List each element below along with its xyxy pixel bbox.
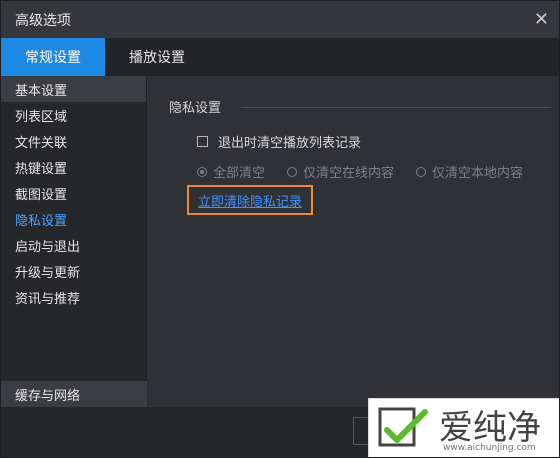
radio-clear-local[interactable]: 仅清空本地内容 — [416, 162, 523, 181]
sidebar-item-screenshot[interactable]: 截图设置 — [1, 180, 146, 206]
watermark-icon — [377, 406, 433, 450]
sidebar: 基本设置 列表区域 文件关联 热键设置 截图设置 隐私设置 启动与退出 升级与更… — [1, 76, 147, 407]
clear-scope-radios: 全部清空 仅清空在线内容 仅清空本地内容 — [197, 162, 523, 181]
sidebar-item-news[interactable]: 资讯与推荐 — [1, 284, 146, 310]
clear-on-exit-label: 退出时清空播放列表记录 — [218, 136, 362, 151]
clear-privacy-now-link[interactable]: 立即清除隐私记录 — [187, 185, 313, 215]
tab-playback-settings[interactable]: 播放设置 — [105, 38, 209, 76]
radio-dot-icon — [287, 166, 298, 177]
radio-dot-icon — [197, 166, 207, 177]
tab-bar: 常规设置 播放设置 — [1, 38, 559, 76]
clear-on-exit-option[interactable]: 退出时清空播放列表记录 — [197, 132, 361, 151]
sidebar-item-upgrade[interactable]: 升级与更新 — [1, 258, 146, 284]
clear-on-exit-checkbox[interactable] — [197, 136, 208, 147]
radio-clear-all[interactable]: 全部清空 — [197, 162, 265, 181]
watermark-brand: 爱纯净 — [439, 408, 541, 448]
advanced-options-window: 高级选项 ✕ 常规设置 播放设置 基本设置 列表区域 文件关联 热键设置 截图设… — [0, 0, 560, 458]
settings-content: 基本设置 列表区域 文件关联 热键设置 截图设置 隐私设置 启动与退出 升级与更… — [1, 76, 559, 407]
watermark-url: www.aichunjing.com — [443, 443, 536, 453]
sidebar-item-privacy[interactable]: 隐私设置 — [1, 206, 146, 232]
radio-label: 仅清空本地内容 — [432, 166, 524, 181]
close-icon[interactable]: ✕ — [534, 10, 549, 29]
privacy-panel: 隐私设置 退出时清空播放列表记录 全部清空 仅清空在线内容 仅清空本地内容 立即… — [147, 76, 559, 407]
sidebar-item-basic[interactable]: 基本设置 — [1, 76, 146, 102]
sidebar-item-startup-exit[interactable]: 启动与退出 — [1, 232, 146, 258]
sidebar-item-list-area[interactable]: 列表区域 — [1, 102, 146, 128]
window-title: 高级选项 — [15, 12, 71, 29]
sidebar-item-cache-network[interactable]: 缓存与网络 — [1, 381, 147, 407]
sidebar-item-hotkeys[interactable]: 热键设置 — [1, 154, 146, 180]
privacy-section-title: 隐私设置 — [169, 101, 222, 116]
sidebar-item-file-association[interactable]: 文件关联 — [1, 128, 146, 154]
radio-clear-online[interactable]: 仅清空在线内容 — [287, 162, 394, 181]
radio-dot-icon — [416, 166, 427, 177]
title-bar: 高级选项 ✕ — [1, 1, 559, 38]
section-divider — [241, 107, 551, 108]
radio-label: 仅清空在线内容 — [303, 166, 395, 181]
tab-general-settings[interactable]: 常规设置 — [1, 38, 105, 76]
watermark-logo: 爱纯净 www.aichunjing.com — [368, 398, 559, 457]
radio-label: 全部清空 — [213, 166, 266, 181]
